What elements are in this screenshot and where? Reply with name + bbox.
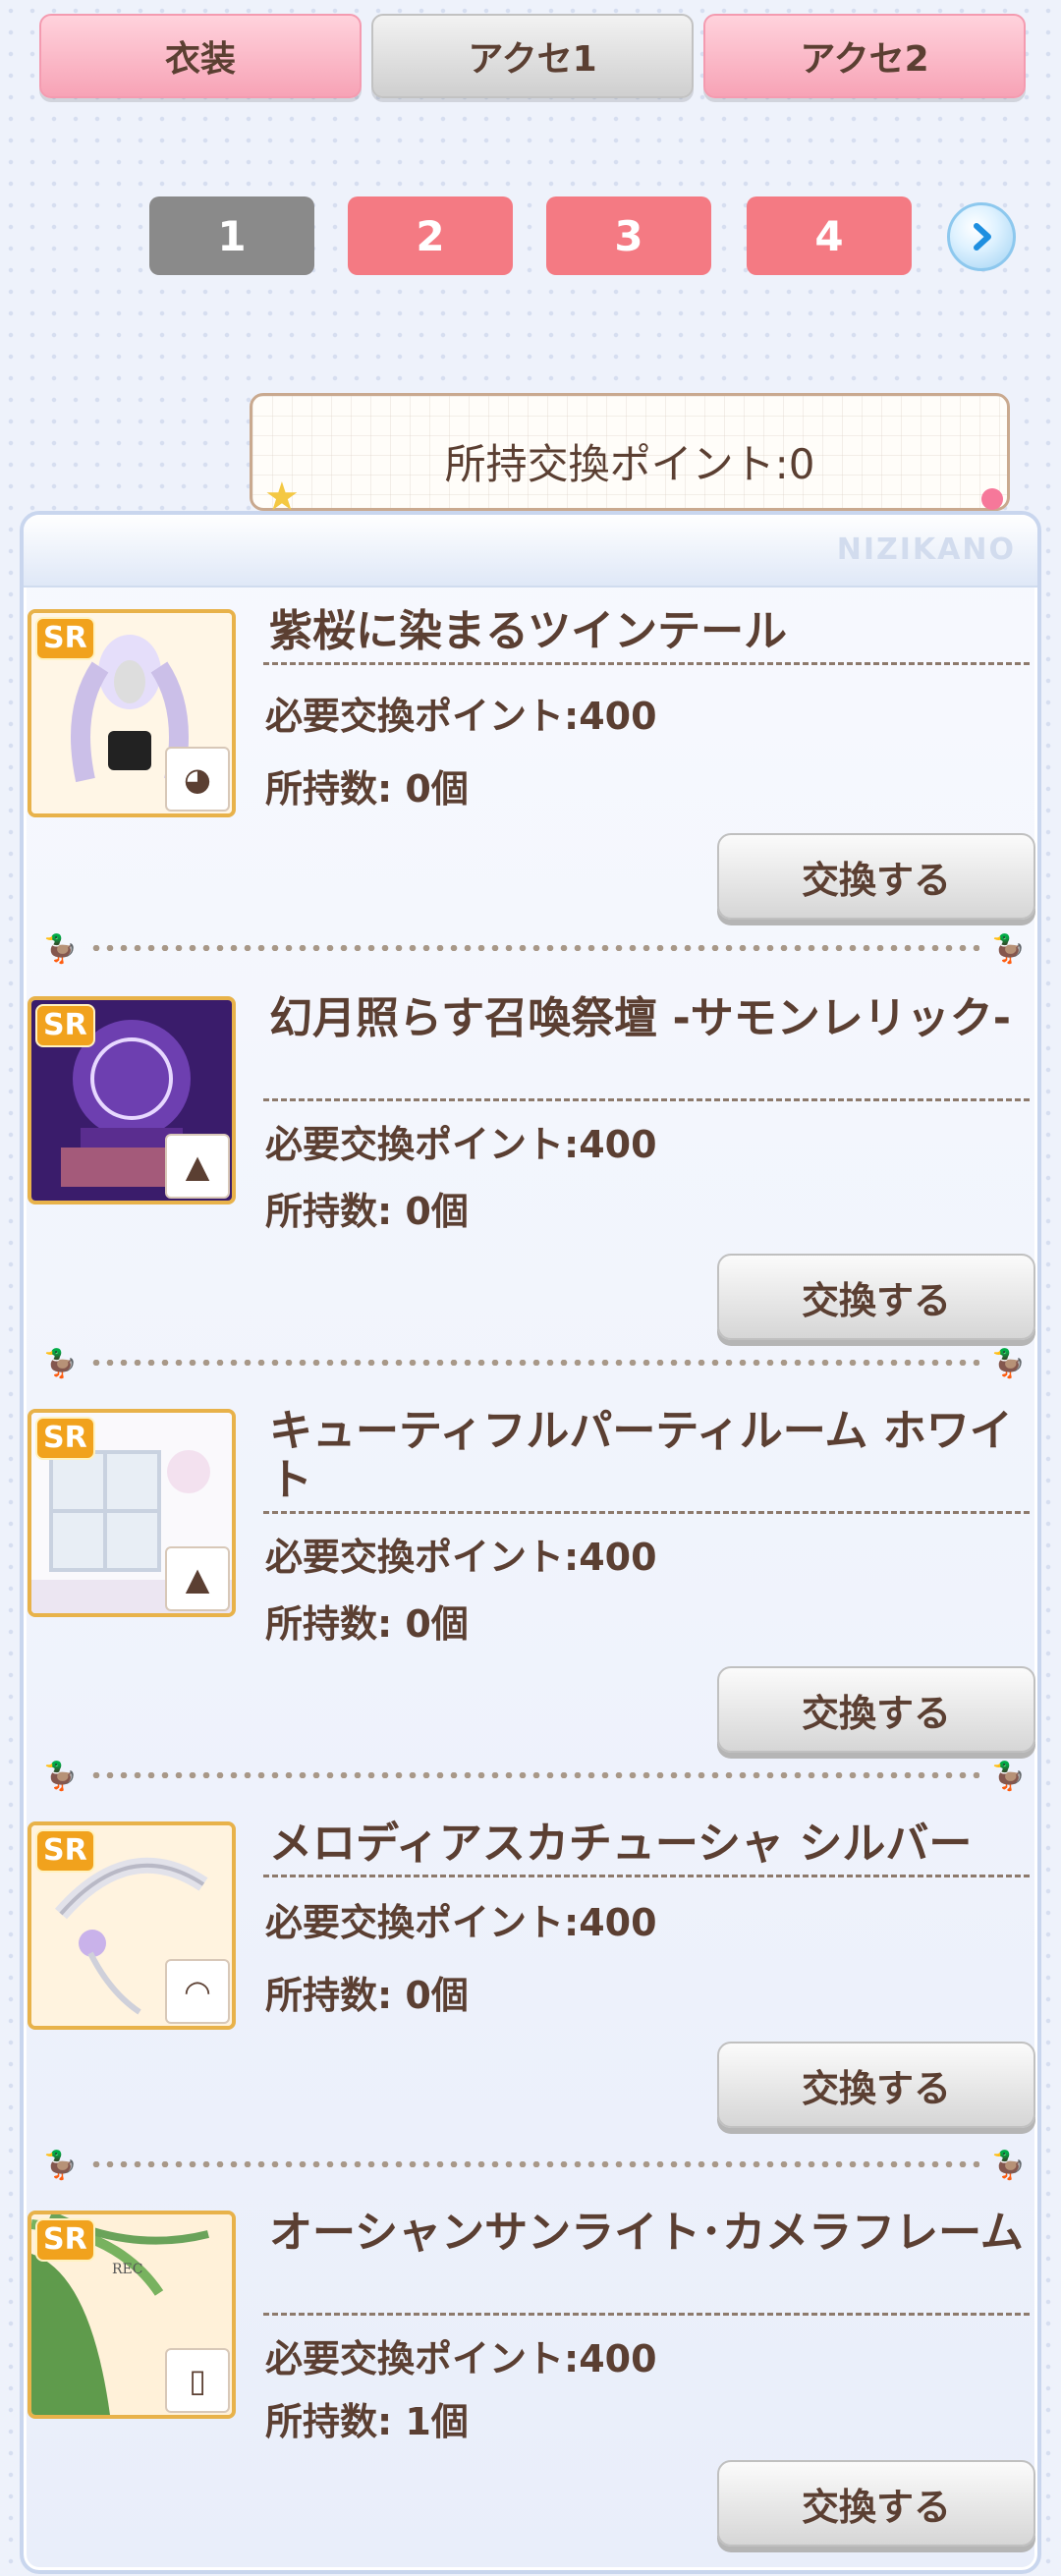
item-title: 幻月照らす召喚祭壇 -サモンレリック- xyxy=(269,993,1011,1043)
hair-icon: ◕ xyxy=(165,747,230,812)
owned-count: 所持数: 0個 xyxy=(265,1190,469,1233)
title-divider xyxy=(263,1098,1030,1101)
item-title: オーシャンサンライト･カメラフレーム xyxy=(269,2208,1024,2258)
svg-text:REC: REC xyxy=(112,2262,142,2277)
required-points: 必要交換ポイント:400 xyxy=(265,695,657,738)
item-title: キューティフルパーティルーム ホワイト xyxy=(269,1406,1013,1505)
item-title: メロディアスカチューシャ シルバー xyxy=(269,1819,973,1869)
duck-icon: 🦆 xyxy=(43,931,78,965)
exchange-button[interactable]: 交換する xyxy=(717,1666,1035,1753)
page-button-2[interactable]: 2 xyxy=(348,196,513,275)
sr-rarity-badge: SR xyxy=(35,1004,95,1047)
duck-icon: 🦆 xyxy=(43,2148,78,2181)
background-icon: ▲ xyxy=(165,1546,230,1611)
chevron-right-icon xyxy=(974,223,991,251)
exchange-item-panel: NIZIKANO SR ◕ 紫桜に染まるツインテール 必要交換ポイント:400 … xyxy=(20,511,1041,2574)
pink-dot-decoration xyxy=(981,488,1003,510)
tab-accessory-1[interactable]: アクセ1 xyxy=(371,14,694,98)
list-item: SR ▲ キューティフルパーティルーム ホワイト 必要交換ポイント:400 所持… xyxy=(24,1401,1037,1774)
pagination: 1 2 3 4 xyxy=(0,196,1061,279)
background-icon: ▲ xyxy=(165,1134,230,1199)
exchange-points-box: 所持交換ポイント:0 ★ xyxy=(250,393,1010,520)
owned-count: 所持数: 0個 xyxy=(265,1602,469,1646)
item-thumbnail[interactable]: SR ▲ xyxy=(28,1409,236,1617)
owned-count: 所持数: 0個 xyxy=(265,1974,469,2017)
list-item: REC SR ▯ オーシャンサンライト･カメラフレーム 必要交換ポイント:400… xyxy=(24,2203,1037,2576)
sr-rarity-badge: SR xyxy=(35,1829,95,1873)
exchange-button[interactable]: 交換する xyxy=(717,2042,1035,2128)
item-title: 紫桜に染まるツインテール xyxy=(269,606,788,656)
headband-icon: ◠ xyxy=(165,1959,230,2024)
duck-icon: 🦆 xyxy=(991,2148,1026,2181)
exchange-button[interactable]: 交換する xyxy=(717,2460,1035,2547)
item-thumbnail[interactable]: SR ◕ xyxy=(28,609,236,817)
owned-count: 所持数: 1個 xyxy=(265,2400,469,2443)
item-separator: 🦆 🦆 xyxy=(43,931,1026,965)
owned-count: 所持数: 0個 xyxy=(265,767,469,811)
duck-icon: 🦆 xyxy=(43,1346,78,1379)
list-item: SR ◕ 紫桜に染まるツインテール 必要交換ポイント:400 所持数: 0個 交… xyxy=(24,601,1037,975)
sr-rarity-badge: SR xyxy=(35,2218,95,2262)
brand-watermark: NIZIKANO xyxy=(836,532,1016,567)
duck-icon: 🦆 xyxy=(991,1346,1026,1379)
frame-icon: ▯ xyxy=(165,2348,230,2413)
required-points: 必要交換ポイント:400 xyxy=(265,1536,657,1579)
sr-rarity-badge: SR xyxy=(35,1417,95,1460)
panel-header: NIZIKANO xyxy=(24,515,1037,588)
exchange-points-label: 所持交換ポイント:0 xyxy=(444,440,815,488)
title-divider xyxy=(263,662,1030,665)
item-thumbnail[interactable]: SR ◠ xyxy=(28,1821,236,2030)
next-page-button[interactable] xyxy=(947,202,1016,271)
duck-icon: 🦆 xyxy=(991,931,1026,965)
item-thumbnail[interactable]: REC SR ▯ xyxy=(28,2211,236,2419)
item-thumbnail[interactable]: SR ▲ xyxy=(28,996,236,1204)
category-tabs: 衣装 アクセ1 アクセ2 xyxy=(39,14,1026,98)
item-separator: 🦆 🦆 xyxy=(43,1759,1026,1792)
page-button-4[interactable]: 4 xyxy=(747,196,912,275)
tab-accessory-2[interactable]: アクセ2 xyxy=(703,14,1026,98)
exchange-button[interactable]: 交換する xyxy=(717,1254,1035,1340)
page-button-1[interactable]: 1 xyxy=(149,196,314,275)
page-button-3[interactable]: 3 xyxy=(546,196,711,275)
duck-icon: 🦆 xyxy=(991,1759,1026,1792)
required-points: 必要交換ポイント:400 xyxy=(265,1123,657,1166)
list-item: SR ▲ 幻月照らす召喚祭壇 -サモンレリック- 必要交換ポイント:400 所持… xyxy=(24,988,1037,1362)
required-points: 必要交換ポイント:400 xyxy=(265,1901,657,1944)
title-divider xyxy=(263,2313,1030,2316)
duck-icon: 🦆 xyxy=(43,1759,78,1792)
item-separator: 🦆 🦆 xyxy=(43,2148,1026,2181)
sr-rarity-badge: SR xyxy=(35,617,95,660)
title-divider xyxy=(263,1511,1030,1514)
tab-costume[interactable]: 衣装 xyxy=(39,14,362,98)
exchange-button[interactable]: 交換する xyxy=(717,833,1035,920)
item-separator: 🦆 🦆 xyxy=(43,1346,1026,1379)
title-divider xyxy=(263,1875,1030,1877)
required-points: 必要交換ポイント:400 xyxy=(265,2337,657,2380)
list-item: SR ◠ メロディアスカチューシャ シルバー 必要交換ポイント:400 所持数:… xyxy=(24,1814,1037,2187)
